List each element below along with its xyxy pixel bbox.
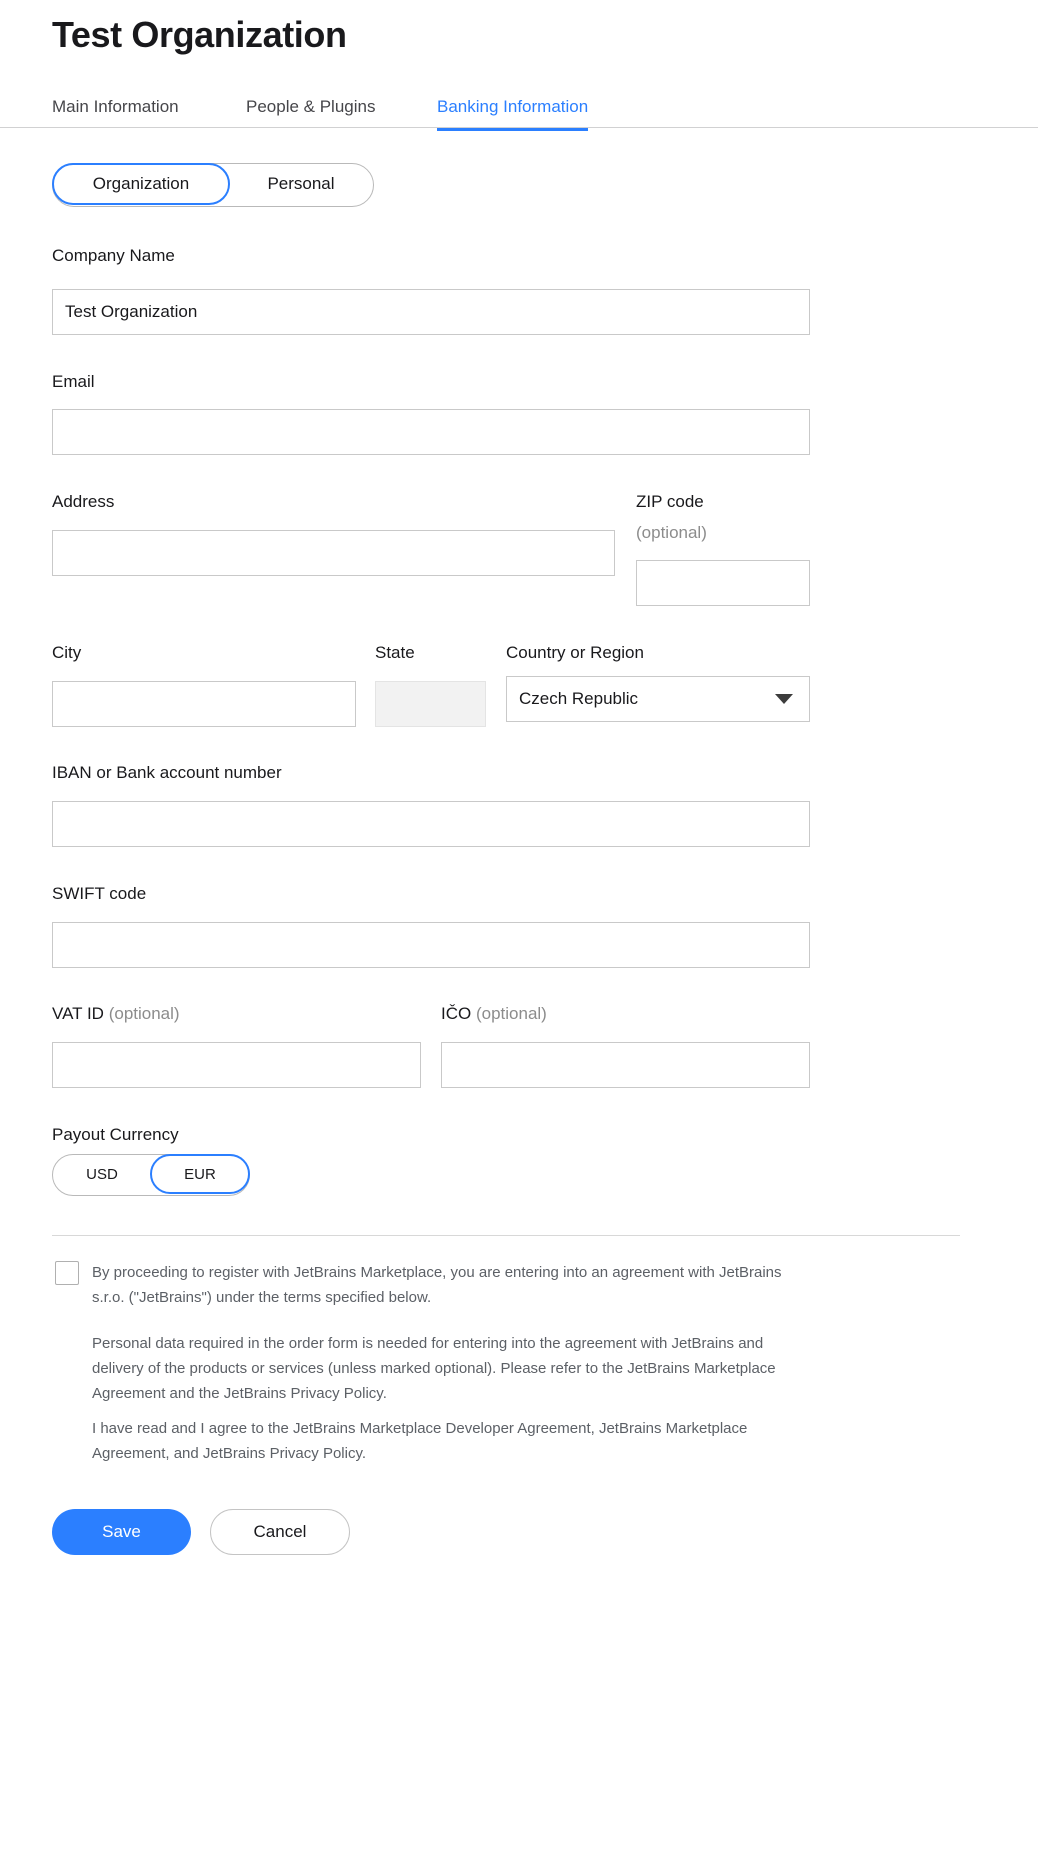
- ico-input[interactable]: [441, 1042, 810, 1088]
- payout-currency-option-usd[interactable]: USD: [52, 1154, 152, 1194]
- tab-people-and-plugins[interactable]: People & Plugins: [246, 88, 375, 128]
- section-divider: [52, 1235, 960, 1236]
- entity-toggle-option-personal[interactable]: Personal: [228, 163, 374, 205]
- legal-paragraph-agreement: By proceeding to register with JetBrains…: [92, 1264, 782, 1306]
- cancel-button[interactable]: Cancel: [210, 1509, 350, 1555]
- page-title: Test Organization: [52, 14, 347, 55]
- payout-currency-option-eur[interactable]: EUR: [150, 1154, 250, 1194]
- swift-code-input[interactable]: [52, 922, 810, 968]
- zip-code-label: ZIP code: [636, 492, 704, 511]
- city-label: City: [52, 643, 82, 662]
- state-label: State: [375, 643, 415, 662]
- ico-label-text: IČO: [441, 1004, 472, 1023]
- iban-input[interactable]: [52, 801, 810, 847]
- chevron-down-icon: [775, 694, 793, 704]
- country-label: Country or Region: [506, 643, 644, 662]
- zip-code-input[interactable]: [636, 560, 810, 606]
- vat-id-label: VAT ID (optional): [52, 1004, 180, 1024]
- save-button[interactable]: Save: [52, 1509, 191, 1555]
- tab-main-information[interactable]: Main Information: [52, 88, 179, 128]
- address-label: Address: [52, 492, 115, 511]
- state-input: [375, 681, 486, 727]
- company-name-input[interactable]: [52, 289, 810, 335]
- country-select[interactable]: Czech Republic: [506, 676, 810, 722]
- email-input[interactable]: [52, 409, 810, 455]
- ico-optional-label: (optional): [475, 1004, 547, 1023]
- vat-id-input[interactable]: [52, 1042, 421, 1088]
- swift-code-label: SWIFT code: [52, 884, 147, 903]
- legal-paragraph-consent: I have read and I agree to the JetBrains…: [92, 1420, 748, 1462]
- legal-paragraph-personal-data: Personal data required in the order form…: [92, 1335, 776, 1402]
- email-label: Email: [52, 372, 95, 391]
- vat-id-optional-label: (optional): [108, 1004, 180, 1023]
- ico-label: IČO (optional): [441, 1004, 547, 1024]
- country-select-value: Czech Republic: [519, 689, 639, 708]
- company-name-label: Company Name: [52, 246, 175, 265]
- tab-banking-information[interactable]: Banking Information: [437, 88, 589, 131]
- address-input[interactable]: [52, 530, 615, 576]
- vat-id-label-text: VAT ID: [52, 1004, 104, 1023]
- city-input[interactable]: [52, 681, 356, 727]
- zip-code-optional-label: (optional): [636, 523, 707, 542]
- payout-currency-label: Payout Currency: [52, 1125, 179, 1144]
- payout-currency-toggle[interactable]: USD EUR: [52, 1154, 250, 1196]
- tab-bar: Main Information People & Plugins Bankin…: [0, 88, 1038, 131]
- entity-toggle-option-organization[interactable]: Organization: [52, 163, 230, 205]
- iban-label: IBAN or Bank account number: [52, 763, 282, 782]
- terms-agreement-checkbox[interactable]: [55, 1261, 79, 1285]
- entity-type-toggle[interactable]: Organization Personal: [52, 163, 374, 207]
